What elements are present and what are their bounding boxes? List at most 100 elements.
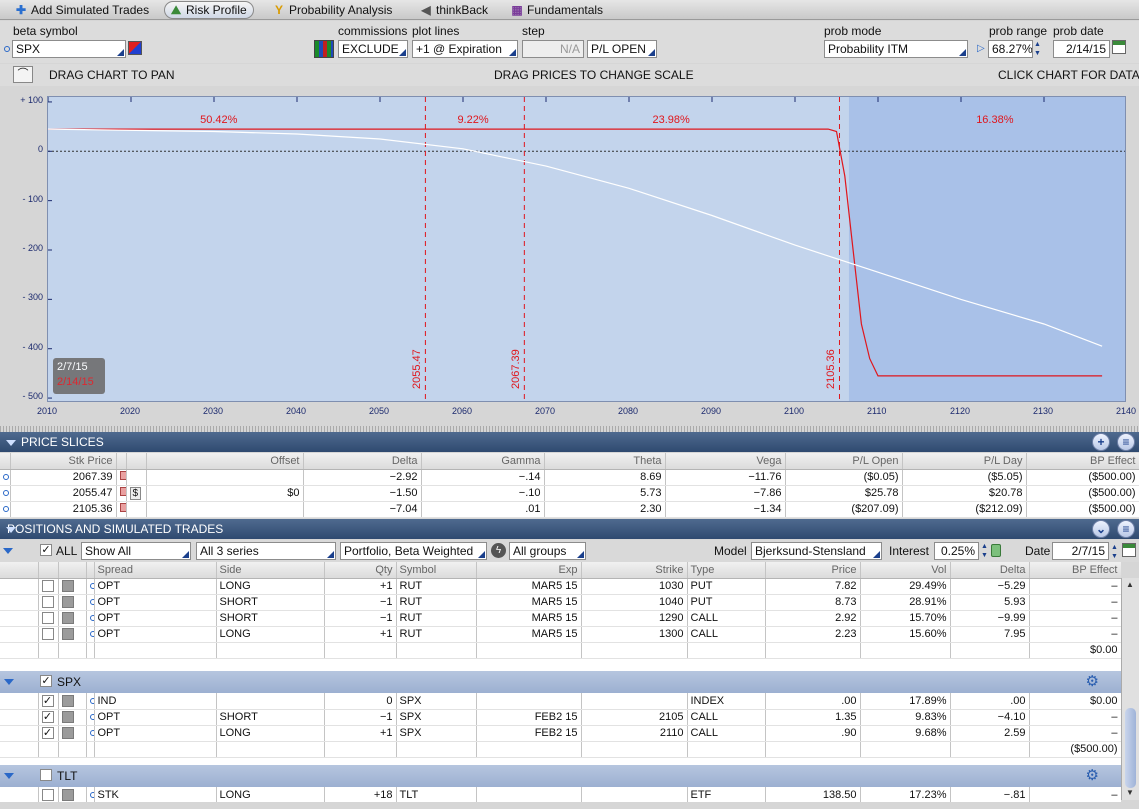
all-checkbox[interactable]: ✓: [40, 544, 52, 556]
col-exp[interactable]: Exp: [476, 562, 582, 579]
toggle-square-icon[interactable]: [61, 596, 74, 609]
col-gamma[interactable]: Gamma: [421, 453, 545, 470]
scroll-up-icon[interactable]: ▲: [1126, 580, 1134, 589]
interest-input[interactable]: 0.25%: [934, 542, 979, 560]
color-picker-icon[interactable]: [128, 41, 142, 55]
expand-arrow-icon[interactable]: [4, 773, 14, 779]
dollar-cell[interactable]: [126, 501, 147, 518]
scroll-thumb[interactable]: [1125, 708, 1136, 788]
offset-cell[interactable]: [146, 501, 304, 518]
series-filter-select[interactable]: All 3 series: [196, 542, 336, 560]
group-checkbox[interactable]: [40, 769, 52, 781]
toggle-square-icon[interactable]: [61, 788, 74, 801]
positions-header[interactable]: POSITIONS AND SIMULATED TRADES: [0, 519, 1139, 539]
color-grid-icon[interactable]: [314, 40, 334, 58]
position-row[interactable]: ✓ OPT LONG +1 SPX FEB2 15 2110 CALL .90 9.68% 2.59…: [0, 725, 1121, 742]
toggle-square-icon[interactable]: [61, 628, 74, 641]
select-cell[interactable]: [38, 610, 59, 627]
calendar-icon[interactable]: [1112, 40, 1126, 54]
pl-mode-select[interactable]: P/L OPEN: [587, 40, 657, 58]
col-delta[interactable]: Delta: [303, 453, 422, 470]
collapse-arrow-icon[interactable]: [6, 527, 16, 533]
lock-cell[interactable]: [116, 485, 127, 502]
toggle-square-icon[interactable]: [61, 612, 74, 625]
price-slice-row[interactable]: 2105.36 −7.04.01 2.30 −1.34 ($207.09) ($212.0…: [0, 501, 1139, 518]
group-checkbox[interactable]: ✓: [40, 675, 52, 687]
lock-cell[interactable]: [116, 469, 127, 486]
collapse-arrow-icon[interactable]: [6, 440, 16, 446]
col-type[interactable]: Type: [687, 562, 766, 579]
play-arrow-icon[interactable]: ▷: [977, 43, 985, 54]
prob-date-input[interactable]: 2/14/15: [1053, 40, 1110, 58]
date-input[interactable]: 2/7/15: [1052, 542, 1109, 560]
select-cell[interactable]: [38, 626, 59, 643]
select-cell[interactable]: ✓: [38, 709, 59, 726]
col-symbol[interactable]: Symbol: [396, 562, 477, 579]
price-slice-row[interactable]: 2055.47 $ $0 −1.50 −.10 5.73 −7.86 $25.78 $20.78…: [0, 485, 1139, 502]
col-strike[interactable]: Strike: [581, 562, 688, 579]
col-vol[interactable]: Vol: [860, 562, 951, 579]
col-stk-price[interactable]: Stk Price: [10, 453, 117, 470]
toggle-square-icon[interactable]: [61, 580, 74, 593]
date-calendar-icon[interactable]: [1122, 543, 1136, 557]
col-pl-open[interactable]: P/L Open: [785, 453, 903, 470]
stk-price-cell[interactable]: 2067.39: [10, 469, 117, 486]
dollar-cell[interactable]: $: [126, 485, 147, 502]
row-checkbox[interactable]: [41, 612, 54, 625]
lock-icon[interactable]: [991, 544, 1001, 557]
position-row[interactable]: OPT SHORT −1 RUT MAR5 15 1290 CALL 2.92 15.70% −9…: [0, 610, 1121, 627]
position-row[interactable]: ✓ OPT SHORT −1 SPX FEB2 15 2105 CALL 1.35 9.83% −4…: [0, 709, 1121, 726]
col-bp-effect[interactable]: BP Effect: [1029, 562, 1121, 579]
step-input[interactable]: N/A: [522, 40, 584, 58]
tab-fundamentals[interactable]: ▦ Fundamentals: [506, 1, 609, 19]
expand-arrow-icon[interactable]: [4, 679, 14, 685]
tab-thinkback[interactable]: ◀ thinkBack: [415, 1, 494, 19]
plot-lines-select[interactable]: +1 @ Expiration: [412, 40, 518, 58]
gray-toggle-cell[interactable]: [58, 693, 87, 710]
offset-cell[interactable]: [146, 469, 304, 486]
col-qty[interactable]: Qty: [324, 562, 397, 579]
gear-icon[interactable]: ⚙: [1086, 671, 1099, 693]
group-header-tlt[interactable]: TLT ⚙: [0, 765, 1121, 787]
prob-range-input[interactable]: 68.27%: [988, 40, 1033, 58]
scroll-down-icon[interactable]: ▼: [1126, 788, 1134, 797]
portfolio-select[interactable]: Portfolio, Beta Weighted: [340, 542, 487, 560]
row-checkbox[interactable]: [41, 628, 54, 641]
group-header-spx[interactable]: ✓ SPX ⚙: [0, 671, 1121, 693]
dollar-cell[interactable]: [126, 469, 147, 486]
row-checkbox[interactable]: [41, 596, 54, 609]
expand-arrow-icon[interactable]: [3, 548, 13, 554]
position-row[interactable]: OPT LONG +1 RUT MAR5 15 1300 CALL 2.23 15.60% 7.9…: [0, 626, 1121, 643]
col-pl-day[interactable]: P/L Day: [902, 453, 1027, 470]
gray-toggle-cell[interactable]: [58, 578, 87, 595]
gray-toggle-cell[interactable]: [58, 709, 87, 726]
lightning-icon[interactable]: ϟ: [491, 543, 506, 558]
commissions-select[interactable]: EXCLUDE: [338, 40, 408, 58]
position-row[interactable]: STK LONG +18 TLT ETF 138.50 17.23% −.81–: [0, 787, 1121, 802]
model-select[interactable]: Bjerksund-Stensland: [751, 542, 882, 560]
row-checkbox[interactable]: ✓: [41, 727, 54, 740]
row-checkbox[interactable]: [41, 788, 54, 801]
offset-cell[interactable]: $0: [146, 485, 304, 502]
gray-toggle-cell[interactable]: [58, 725, 87, 742]
chart-settings-icon[interactable]: ⌒: [13, 66, 33, 83]
gray-toggle-cell[interactable]: [58, 626, 87, 643]
lock-icon[interactable]: [119, 471, 125, 480]
col-delta[interactable]: Delta: [950, 562, 1030, 579]
gray-toggle-cell[interactable]: [58, 787, 87, 802]
add-slice-icon[interactable]: +: [1092, 433, 1110, 451]
menu-icon[interactable]: ≡: [1117, 433, 1135, 451]
gray-toggle-cell[interactable]: [58, 594, 87, 611]
toggle-square-icon[interactable]: [61, 727, 74, 740]
toggle-square-icon[interactable]: [61, 694, 74, 707]
position-row[interactable]: OPT SHORT −1 RUT MAR5 15 1040 PUT 8.73 28.91% 5.9…: [0, 594, 1121, 611]
lock-icon[interactable]: [119, 487, 125, 496]
tab-add-simulated-trades[interactable]: ✚ Add Simulated Trades: [10, 1, 155, 19]
date-stepper-icon[interactable]: ▲ ▼: [1111, 543, 1118, 561]
col-offset[interactable]: Offset: [146, 453, 304, 470]
col-bp-effect[interactable]: BP Effect: [1026, 453, 1139, 470]
select-cell[interactable]: ✓: [38, 693, 59, 710]
row-checkbox[interactable]: ✓: [41, 711, 54, 724]
col-price[interactable]: Price: [765, 562, 861, 579]
interest-stepper-icon[interactable]: ▲ ▼: [981, 542, 988, 560]
